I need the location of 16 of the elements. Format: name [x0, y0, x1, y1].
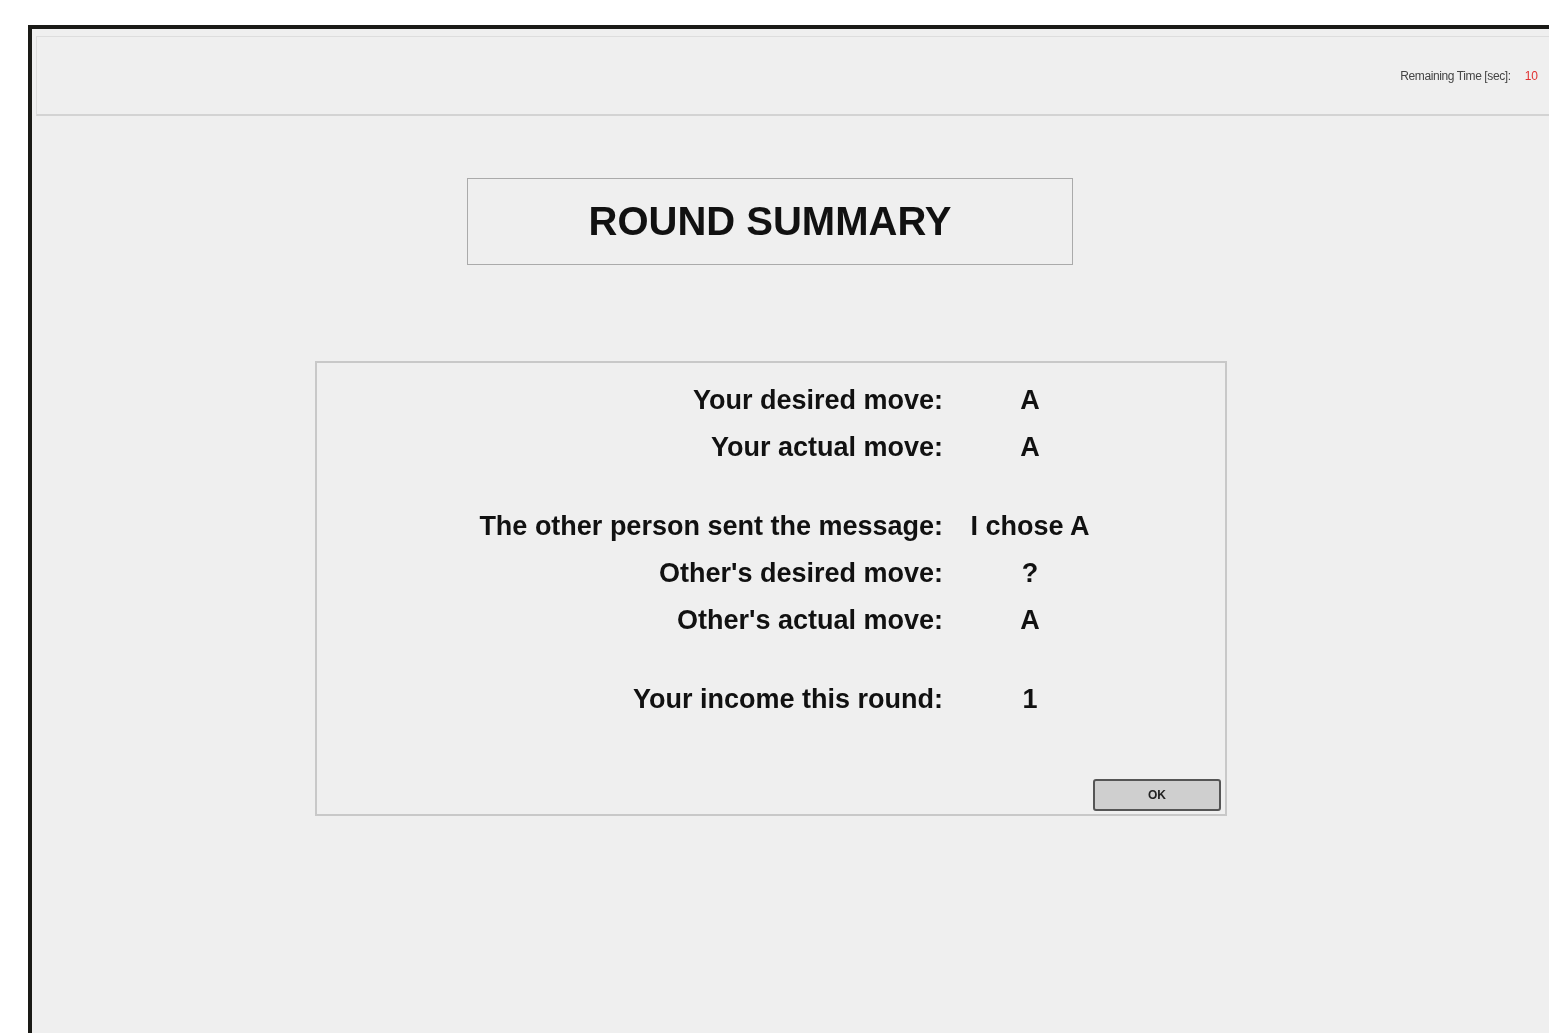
- screen-title: ROUND SUMMARY: [588, 199, 952, 244]
- ok-button[interactable]: OK: [1093, 779, 1221, 811]
- summary-label: Other's actual move:: [677, 605, 943, 635]
- summary-label: Your desired move:: [692, 385, 943, 415]
- summary-label: Your income this round:: [633, 684, 943, 714]
- summary-label: The other person sent the message:: [479, 511, 943, 541]
- summary-value: A: [1020, 605, 1040, 635]
- summary-label: Your actual move:: [710, 432, 943, 462]
- summary-value: A: [1020, 432, 1040, 462]
- summary-value: A: [1020, 385, 1040, 415]
- summary-value: I chose A: [970, 511, 1090, 541]
- summary-value: ?: [1021, 558, 1039, 588]
- timer-label: Remaining Time [sec]:: [1400, 68, 1511, 83]
- summary-value: 1: [1022, 684, 1038, 714]
- timer-value: 10: [1524, 68, 1538, 83]
- summary-label: Other's desired move:: [659, 558, 943, 588]
